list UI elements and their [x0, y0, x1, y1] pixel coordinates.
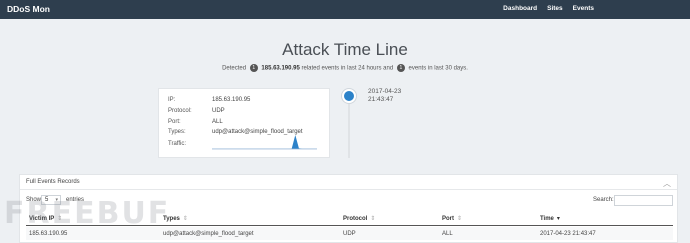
brand-logo-text[interactable]: DDoS Mon: [7, 4, 50, 14]
summary-prefix: Detected: [222, 65, 247, 72]
port-label: Port:: [168, 119, 181, 125]
ip-value: 185.63.190.95: [212, 97, 251, 103]
event-detail-card: IP: 185.63.190.95 Protocol: UDP Port: ALL T…: [158, 88, 330, 158]
ip-row: IP: 185.63.190.95: [168, 97, 250, 103]
nav-sites-link[interactable]: Sites: [547, 5, 563, 12]
sort-icon: ⇕: [457, 216, 463, 222]
traffic-row: Traffic:: [168, 141, 212, 147]
summary-ip: 185.63.190.95: [261, 65, 300, 72]
protocol-row: Protocol: UDP: [168, 108, 225, 114]
column-header-time[interactable]: Time ▾: [540, 215, 560, 222]
detection-summary: Detected 1 185.63.190.95 related events …: [0, 64, 690, 72]
ip-label: IP:: [168, 97, 176, 103]
sort-desc-icon: ▾: [556, 216, 560, 222]
chevron-up-icon[interactable]: ︿: [663, 178, 671, 189]
page-title: Attack Time Line: [282, 40, 408, 59]
timeline-time: 21:43:47: [368, 96, 394, 103]
cell-types: udp@attack@simple_flood_target: [163, 231, 254, 237]
cell-port: ALL: [442, 231, 453, 237]
protocol-value: UDP: [212, 108, 225, 114]
count-24h-badge: 1: [249, 64, 258, 72]
cell-victim-ip: 185.63.190.95: [29, 231, 68, 237]
panel-header: Full Events Records ︿: [20, 175, 677, 190]
port-row: Port: ALL: [168, 119, 223, 125]
summary-suffix: events in last 30 days.: [408, 65, 468, 72]
panel-title: Full Events Records: [26, 179, 80, 185]
cell-time: 2017-04-23 21:43:47: [540, 231, 596, 237]
count-30d-badge: 1: [396, 64, 405, 72]
summary-mid: related events in last 24 hours and: [301, 65, 394, 72]
sort-icon: ⇕: [182, 216, 188, 222]
nav-dashboard-link[interactable]: Dashboard: [503, 5, 537, 12]
timeline-line: [348, 96, 350, 158]
port-value: ALL: [212, 119, 223, 125]
traffic-sparkline: [212, 135, 317, 150]
watermark: FREEBUF: [4, 196, 171, 231]
timeline-date: 2017-04-23: [368, 88, 402, 95]
cell-protocol: UDP: [343, 231, 356, 237]
sort-icon: ⇕: [370, 216, 376, 222]
search-label: Search:: [593, 197, 614, 203]
timeline-marker[interactable]: [342, 89, 356, 103]
protocol-label: Protocol:: [168, 108, 192, 114]
column-header-protocol[interactable]: Protocol ⇕: [343, 215, 375, 222]
nav-events-link[interactable]: Events: [573, 5, 594, 12]
nav-links: Dashboard Sites Events: [503, 5, 594, 12]
traffic-area: [212, 135, 317, 149]
column-header-port[interactable]: Port ⇕: [442, 215, 462, 222]
top-navbar: DDoS Mon Dashboard Sites Events: [0, 0, 690, 19]
search-input[interactable]: [614, 195, 673, 206]
traffic-label: Traffic:: [168, 141, 187, 147]
types-label: Types:: [168, 129, 186, 135]
